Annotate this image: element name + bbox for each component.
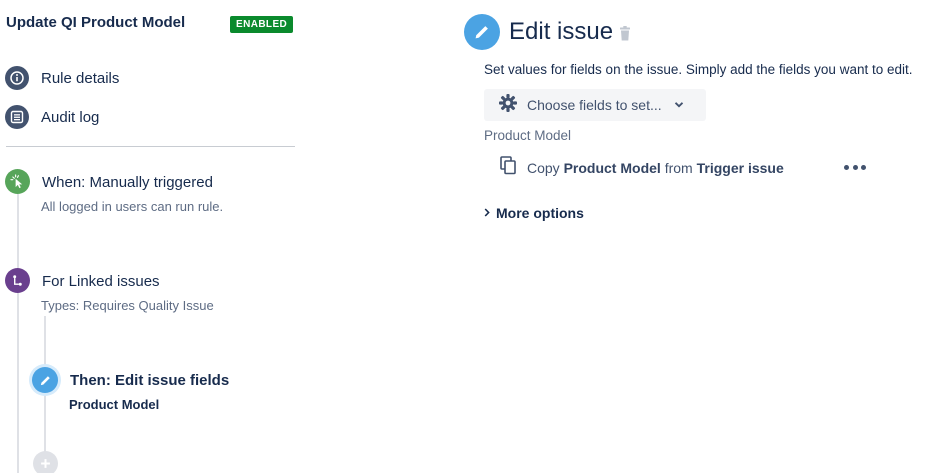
chevron-down-icon xyxy=(674,96,684,114)
divider xyxy=(6,146,295,147)
flow-connector-main xyxy=(17,194,19,473)
automation-rule-editor: Update QI Product Model ENABLED Rule det… xyxy=(0,0,939,473)
choose-fields-label: Choose fields to set... xyxy=(527,97,662,113)
copy-icon xyxy=(500,156,517,180)
audit-log-link[interactable]: Audit log xyxy=(5,105,99,129)
trigger-step-subtitle: All logged in users can run rule. xyxy=(41,199,224,214)
field-label-product-model: Product Model xyxy=(484,128,572,143)
manual-trigger-icon[interactable] xyxy=(5,169,30,194)
pencil-icon[interactable] xyxy=(32,367,58,393)
edit-issue-description: Set values for fields on the issue. Simp… xyxy=(484,62,913,77)
copy-field-row[interactable]: Copy Product Model from Trigger issue xyxy=(500,156,784,180)
more-actions-icon[interactable] xyxy=(844,160,866,174)
branch-icon[interactable] xyxy=(5,268,30,293)
rule-title: Update QI Product Model xyxy=(6,14,186,31)
edit-issue-title: Edit issue xyxy=(509,18,614,45)
trigger-step-title[interactable]: When: Manually triggered xyxy=(42,174,213,191)
action-step-subtitle: Product Model xyxy=(69,397,160,412)
copy-field-text: Copy Product Model from Trigger issue xyxy=(527,160,784,176)
branch-step-subtitle: Types: Requires Quality Issue xyxy=(41,298,214,313)
more-options-toggle[interactable]: More options xyxy=(484,204,584,222)
chevron-right-icon xyxy=(484,204,490,222)
choose-fields-button[interactable]: Choose fields to set... xyxy=(484,89,706,121)
status-badge: ENABLED xyxy=(230,16,294,33)
edit-issue-icon xyxy=(464,14,500,50)
flow-connector-branch xyxy=(44,316,46,473)
audit-log-label: Audit log xyxy=(41,108,100,126)
gear-icon xyxy=(498,93,518,118)
rule-details-label: Rule details xyxy=(41,69,120,87)
add-step-icon[interactable] xyxy=(33,451,58,473)
list-icon xyxy=(5,105,29,129)
more-options-label: More options xyxy=(496,205,584,221)
branch-step-title[interactable]: For Linked issues xyxy=(42,273,160,290)
info-icon xyxy=(5,66,29,90)
delete-icon[interactable] xyxy=(618,26,632,42)
action-step-title[interactable]: Then: Edit issue fields xyxy=(70,372,229,389)
rule-details-link[interactable]: Rule details xyxy=(5,66,119,90)
